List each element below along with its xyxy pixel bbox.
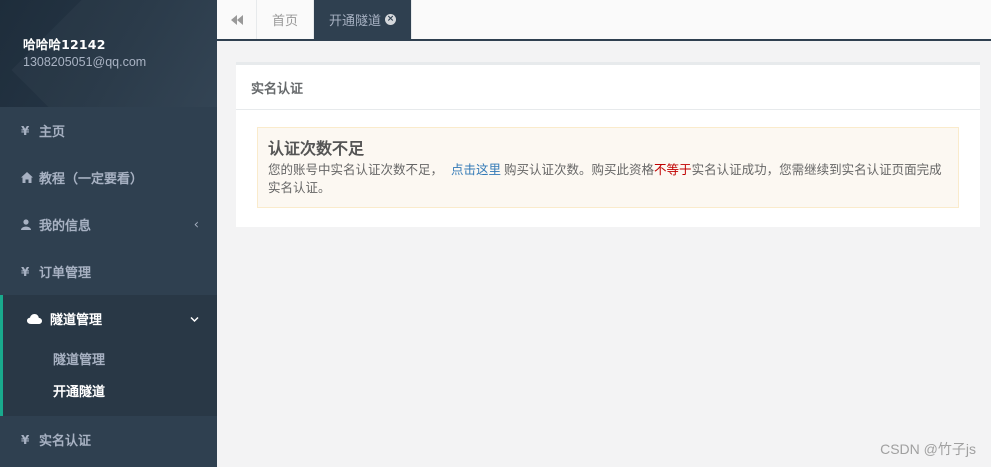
yen-icon: ¥ xyxy=(21,123,30,138)
profile-name: 哈哈哈12142 xyxy=(23,37,106,52)
sidebar-item-label: 隧道管理 xyxy=(50,313,103,328)
sidebar-item-label: 实名认证 xyxy=(39,434,92,449)
user-icon xyxy=(21,219,39,230)
buy-link[interactable]: 点击这里 xyxy=(451,162,501,177)
yen-icon: ¥ xyxy=(21,264,30,279)
user-profile: 哈哈哈12142 1308205051@qq.com xyxy=(0,0,217,107)
yen-icon: ¥ xyxy=(21,432,30,447)
sidebar-subitem-open-tunnel[interactable]: 开通隧道 xyxy=(3,374,217,406)
watermark: CSDN @竹子js xyxy=(880,441,976,457)
warning-alert: 认证次数不足 您的账号中实名认证次数不足， 点击这里 购买认证次数。购买此资格不等于… xyxy=(257,127,959,208)
chevron-left-icon: ‹ xyxy=(193,217,199,232)
tab-open-tunnel[interactable]: 开通隧道 × xyxy=(314,0,413,39)
sidebar-item-label: 订单管理 xyxy=(39,266,92,281)
real-name-panel: 实名认证 认证次数不足 您的账号中实名认证次数不足， 点击这里 购买认证次数。购买此… xyxy=(236,62,980,227)
panel-title: 实名认证 xyxy=(236,65,980,110)
sidebar-item-tunnels[interactable]: 隧道管理 xyxy=(3,295,217,342)
sidebar-item-real-name[interactable]: ¥ 实名认证 xyxy=(0,416,217,463)
profile-email: 1308205051@qq.com xyxy=(23,55,147,69)
tab-home[interactable]: 首页 xyxy=(257,0,315,39)
alert-text-part: 您的账号中实名认证次数不足， xyxy=(268,162,444,177)
sidebar-item-label: 主页 xyxy=(39,125,66,140)
sidebar: 哈哈哈12142 1308205051@qq.com ¥ 主页 教程（一定要看）… xyxy=(0,0,217,467)
alert-title: 认证次数不足 xyxy=(268,139,365,158)
alert-text-part: 购买认证次数。购买此资格 xyxy=(504,162,655,177)
sidebar-item-label: 教程（一定要看） xyxy=(39,172,144,187)
tab-label: 开通隧道 xyxy=(329,14,382,29)
chevron-down-icon xyxy=(190,311,199,326)
sidebar-item-home[interactable]: ¥ 主页 xyxy=(0,107,217,154)
sidebar-item-tutorial[interactable]: 教程（一定要看） xyxy=(0,154,217,201)
sidebar-subitem-tunnel-list[interactable]: 隧道管理 xyxy=(3,342,217,374)
sidebar-item-orders[interactable]: ¥ 订单管理 xyxy=(0,248,217,295)
double-chevron-left-icon xyxy=(230,14,243,25)
tab-bar: 首页 开通隧道 × xyxy=(217,0,991,41)
cloud-icon xyxy=(27,313,45,324)
close-icon[interactable]: × xyxy=(385,14,397,25)
sidebar-item-label: 我的信息 xyxy=(39,219,92,234)
sidebar-item-my-info[interactable]: 我的信息 ‹ xyxy=(0,201,217,248)
tab-label: 首页 xyxy=(272,14,299,29)
home-icon xyxy=(21,172,39,183)
tab-scroll-left-button[interactable] xyxy=(217,0,257,39)
alert-emphasis: 不等于 xyxy=(654,162,692,177)
sidebar-group-tunnels: 隧道管理 隧道管理 开通隧道 xyxy=(0,295,217,416)
alert-message: 您的账号中实名认证次数不足， 点击这里 购买认证次数。购买此资格不等于实名认证成功，… xyxy=(268,161,948,197)
